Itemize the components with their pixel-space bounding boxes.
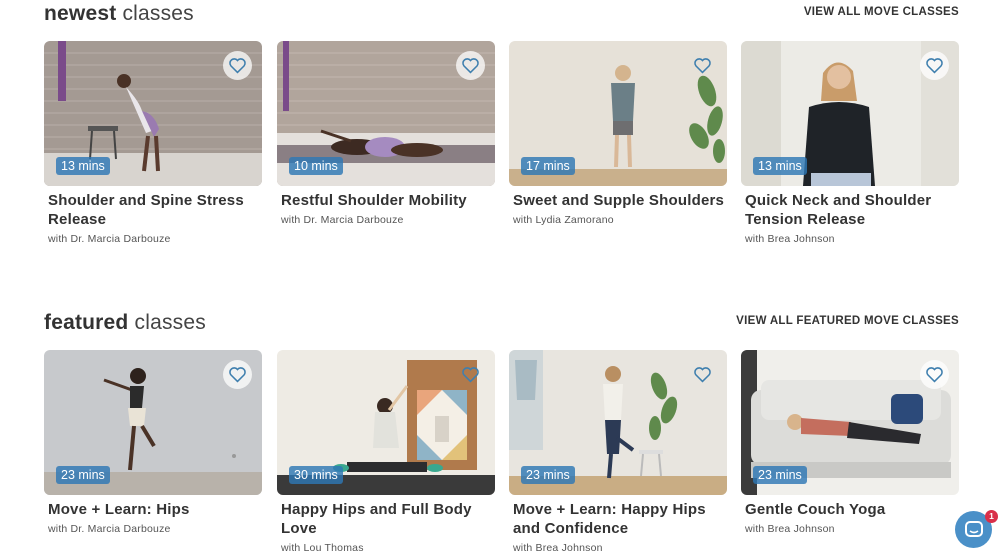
class-thumbnail[interactable]: 30 mins [277, 350, 495, 495]
class-thumbnail[interactable]: 23 mins [741, 350, 959, 495]
class-card[interactable]: 23 mins Move + Learn: Happy Hips and Con… [509, 350, 727, 554]
class-card[interactable]: 30 mins Happy Hips and Full Body Love wi… [277, 350, 495, 554]
class-title[interactable]: Move + Learn: Hips [44, 500, 262, 519]
class-author: with Dr. Marcia Darbouze [48, 233, 171, 245]
class-thumbnail[interactable]: 23 mins [44, 350, 262, 495]
view-all-featured-move-classes-link[interactable]: VIEW ALL FEATURED MOVE CLASSES [736, 315, 959, 327]
favorite-button[interactable] [223, 360, 252, 389]
duration-badge: 23 mins [753, 466, 807, 484]
class-author: with Lou Thomas [281, 542, 364, 554]
favorite-button[interactable] [456, 51, 485, 80]
favorite-button[interactable] [456, 360, 485, 389]
class-thumbnail[interactable]: 17 mins [509, 41, 727, 186]
class-card[interactable]: 13 mins Shoulder and Spine Stress Releas… [44, 41, 262, 245]
class-thumbnail[interactable]: 10 mins [277, 41, 495, 186]
class-thumbnail[interactable]: 13 mins [741, 41, 959, 186]
class-card[interactable]: 23 mins Gentle Couch Yoga with Brea Johns… [741, 350, 959, 535]
class-title[interactable]: Happy Hips and Full Body Love [277, 500, 495, 538]
class-title[interactable]: Sweet and Supple Shoulders [509, 191, 727, 210]
duration-badge: 10 mins [289, 157, 343, 175]
heart-icon [926, 58, 943, 74]
heart-icon [926, 367, 943, 383]
heart-icon [462, 58, 479, 74]
class-card[interactable]: 13 mins Quick Neck and Shoulder Tension … [741, 41, 959, 245]
class-thumbnail[interactable]: 23 mins [509, 350, 727, 495]
class-title[interactable]: Gentle Couch Yoga [741, 500, 959, 519]
class-author: with Brea Johnson [745, 523, 835, 535]
duration-badge: 13 mins [753, 157, 807, 175]
class-author: with Dr. Marcia Darbouze [281, 214, 404, 226]
section-title: featured classes [44, 311, 206, 334]
duration-badge: 13 mins [56, 157, 110, 175]
class-title[interactable]: Move + Learn: Happy Hips and Confidence [509, 500, 727, 538]
favorite-button[interactable] [920, 360, 949, 389]
chat-icon [964, 520, 983, 537]
class-card[interactable]: 17 mins Sweet and Supple Shoulders with L… [509, 41, 727, 226]
heart-icon [694, 367, 711, 383]
class-author: with Dr. Marcia Darbouze [48, 523, 171, 535]
class-title[interactable]: Quick Neck and Shoulder Tension Release [741, 191, 959, 229]
favorite-button[interactable] [688, 51, 717, 80]
view-all-move-classes-link[interactable]: VIEW ALL MOVE CLASSES [804, 6, 959, 18]
duration-badge: 17 mins [521, 157, 575, 175]
chat-notification-badge: 1 [985, 510, 998, 523]
favorite-button[interactable] [920, 51, 949, 80]
class-author: with Lydia Zamorano [513, 214, 614, 226]
favorite-button[interactable] [688, 360, 717, 389]
class-author: with Brea Johnson [513, 542, 603, 554]
heart-icon [229, 58, 246, 74]
heart-icon [462, 367, 479, 383]
duration-badge: 30 mins [289, 466, 343, 484]
class-author: with Brea Johnson [745, 233, 835, 245]
class-card[interactable]: 23 mins Move + Learn: Hips with Dr. Marci… [44, 350, 262, 535]
favorite-button[interactable] [223, 51, 252, 80]
class-thumbnail[interactable]: 13 mins [44, 41, 262, 186]
duration-badge: 23 mins [56, 466, 110, 484]
duration-badge: 23 mins [521, 466, 575, 484]
heart-icon [229, 367, 246, 383]
class-title[interactable]: Restful Shoulder Mobility [277, 191, 495, 210]
section-title: newest classes [44, 2, 194, 25]
class-title[interactable]: Shoulder and Spine Stress Release [44, 191, 262, 229]
class-card[interactable]: 10 mins Restful Shoulder Mobility with Dr… [277, 41, 495, 226]
heart-icon [694, 58, 711, 74]
